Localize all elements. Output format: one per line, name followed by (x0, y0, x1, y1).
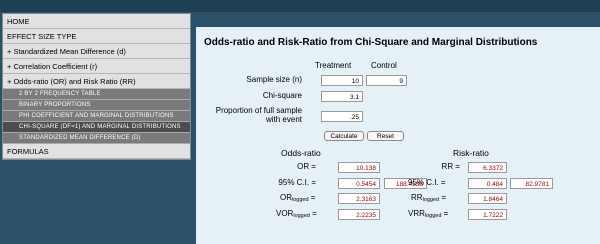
or-logged-label-main: OR (280, 193, 292, 202)
rr-logged-label-eq: = (441, 193, 446, 202)
rr-variance-label: VRRlogged = (408, 209, 448, 219)
proportion-label-line-1: Proportion of full sample (215, 106, 302, 115)
rr-ci-label: 95% C.I. = (408, 178, 446, 187)
nav-formulas[interactable]: FORMULAS (3, 144, 190, 159)
sample-size-control-input[interactable]: 9 (366, 75, 407, 86)
or-logged-output: 2.3163 (338, 193, 380, 204)
or-variance-label-eq: = (312, 209, 317, 218)
column-header-treatment: Treatment (315, 61, 352, 70)
calculate-button[interactable]: Calculate (324, 131, 364, 141)
risk-ratio-heading: Risk-ratio (453, 148, 489, 158)
nav-sub-2x2-table[interactable]: 2 by 2 frequency table (3, 89, 190, 100)
rr-logged-label: RRlogged = (411, 193, 446, 203)
or-logged-label-sub: logged (292, 197, 309, 203)
or-logged-label-eq: = (310, 193, 316, 202)
sample-size-treatment-input[interactable]: 10 (321, 75, 363, 86)
nav-correlation-coefficient[interactable]: + Correlation Coefficient (r) (3, 59, 190, 74)
nav-odds-ratio-risk-ratio[interactable]: + Odds-ratio (OR) and Risk Ratio (RR) (3, 74, 190, 89)
rr-variance-label-eq: = (443, 209, 449, 218)
chi-square-label: Chi-square (262, 91, 302, 100)
column-header-control: Control (371, 61, 397, 70)
rr-logged-output: 1.8464 (468, 193, 507, 204)
or-variance-label-main: VOR (276, 209, 294, 218)
nav-effect-size-type[interactable]: EFFECT SIZE TYPE (3, 29, 190, 44)
chi-square-input[interactable]: 3.1 (321, 91, 363, 102)
rr-output: 6.3372 (468, 162, 507, 173)
or-label: OR = (297, 162, 316, 171)
nav-home[interactable]: HOME (3, 14, 190, 29)
rr-label: RR = (441, 162, 460, 171)
or-ci-lower-output: 0.5454 (338, 178, 380, 189)
sidebar-nav: HOME EFFECT SIZE TYPE + Standardized Mea… (2, 13, 191, 160)
or-output: 10.138 (338, 162, 380, 173)
rr-variance-label-main: VRR (408, 209, 425, 218)
proportion-label: Proportion of full sample with event (196, 106, 302, 124)
sample-size-label: Sample size (n) (246, 75, 302, 84)
rr-variance-output: 1.7222 (468, 209, 507, 220)
proportion-input[interactable]: .25 (321, 111, 363, 122)
page-title: Odds-ratio and Risk-Ratio from Chi-Squar… (204, 37, 538, 48)
or-ci-label: 95% C.I. = (278, 178, 316, 187)
odds-ratio-heading: Odds-ratio (281, 148, 321, 158)
or-variance-label: VORlogged = (276, 209, 317, 219)
nav-sub-chi-square[interactable]: Chi-square (df=1) and Marginal Distribut… (3, 122, 190, 133)
nav-sub-phi-coefficient[interactable]: Phi Coefficient and Marginal Distributio… (3, 111, 190, 122)
reset-button[interactable]: Reset (367, 131, 404, 141)
rr-logged-label-main: RR (411, 193, 423, 202)
nav-sub-binary-proportions[interactable]: Binary proportions (3, 100, 190, 111)
rr-ci-upper-output: 82.9781 (510, 178, 553, 189)
nav-standardized-mean-difference[interactable]: + Standardized Mean Difference (d) (3, 44, 190, 59)
or-variance-output: 2.2235 (338, 209, 380, 220)
or-logged-label: ORlogged = (280, 193, 315, 203)
rr-variance-label-sub: logged (424, 213, 442, 219)
rr-ci-lower-output: 0.484 (468, 178, 507, 189)
rr-logged-label-sub: logged (422, 197, 440, 203)
or-variance-label-sub: logged (293, 213, 310, 219)
proportion-label-line-2: with event (265, 115, 302, 124)
nav-sub-standardized-mean-difference[interactable]: Standardized mean difference (d) (3, 133, 190, 144)
top-bar (0, 0, 600, 12)
main-panel: Odds-ratio and Risk-Ratio from Chi-Squar… (196, 27, 600, 244)
